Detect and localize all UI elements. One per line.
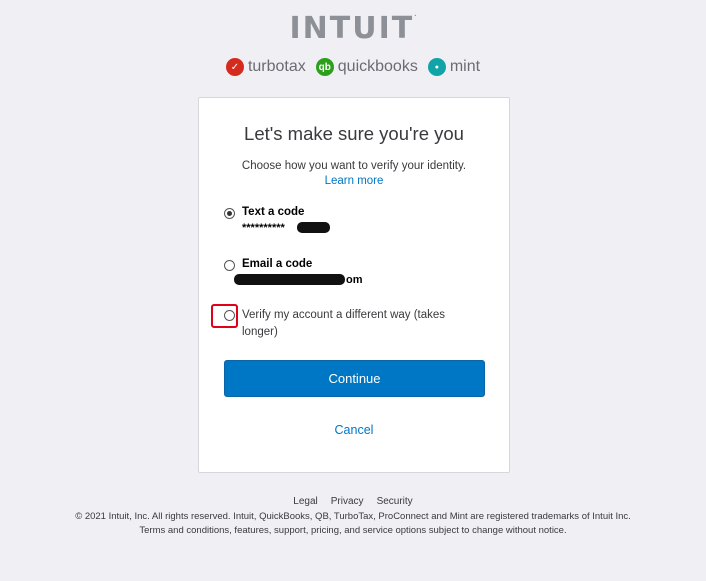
instructions-text: Choose how you want to verify your ident… bbox=[241, 160, 467, 172]
verify-identity-card: Let's make sure you're you Choose how yo… bbox=[198, 97, 510, 473]
masked-email-address: om bbox=[346, 274, 363, 286]
redaction-mark bbox=[234, 274, 345, 285]
brand-mint-label: mint bbox=[449, 58, 481, 75]
intuit-logo-text: INTUIT bbox=[289, 11, 415, 46]
footer-link-legal[interactable]: Legal bbox=[293, 496, 317, 507]
masked-phone-number: ********** bbox=[242, 222, 285, 234]
cancel-link[interactable]: Cancel bbox=[199, 423, 509, 437]
footer-links: Legal Privacy Security bbox=[0, 496, 706, 507]
option-different-way[interactable]: Verify my account a different way (takes… bbox=[224, 309, 489, 344]
radio-email-code[interactable] bbox=[224, 260, 235, 271]
footer-link-security[interactable]: Security bbox=[377, 496, 413, 507]
brand-turbotax-label: turbotax bbox=[247, 58, 306, 75]
option-text-code-label: Text a code bbox=[242, 206, 305, 218]
continue-button[interactable]: Continue bbox=[224, 360, 485, 397]
radio-text-code[interactable] bbox=[224, 208, 235, 219]
intuit-logo: INTUIT. bbox=[289, 11, 417, 46]
brand-row: ✓ turbotax qb quickbooks ● mint bbox=[0, 58, 706, 76]
brand-turbotax: ✓ turbotax bbox=[225, 58, 306, 76]
terms-text: Terms and conditions, features, support,… bbox=[139, 525, 567, 536]
footer-link-privacy[interactable]: Privacy bbox=[331, 496, 364, 507]
brand-mint: ● mint bbox=[427, 58, 481, 76]
redaction-mark bbox=[297, 222, 330, 233]
mint-leaf-icon: ● bbox=[427, 58, 446, 76]
option-different-way-label: Verify my account a different way (takes… bbox=[242, 309, 446, 338]
brand-quickbooks: qb quickbooks bbox=[315, 58, 418, 76]
brand-quickbooks-label: quickbooks bbox=[337, 58, 418, 75]
annotation-highlight bbox=[211, 304, 238, 328]
page-title: Let's make sure you're you bbox=[244, 123, 464, 144]
learn-more-link[interactable]: Learn more bbox=[199, 175, 509, 187]
qb-icon: qb bbox=[315, 58, 334, 76]
option-email-code[interactable]: Email a code om bbox=[224, 258, 489, 290]
option-email-code-label: Email a code bbox=[242, 258, 313, 270]
check-icon: ✓ bbox=[225, 58, 244, 76]
sign-in-page: INTUIT. ✓ turbotax qb quickbooks ● mint … bbox=[0, 0, 706, 581]
copyright-text: © 2021 Intuit, Inc. All rights reserved.… bbox=[75, 511, 631, 522]
option-text-code[interactable]: Text a code ********** bbox=[224, 206, 489, 238]
